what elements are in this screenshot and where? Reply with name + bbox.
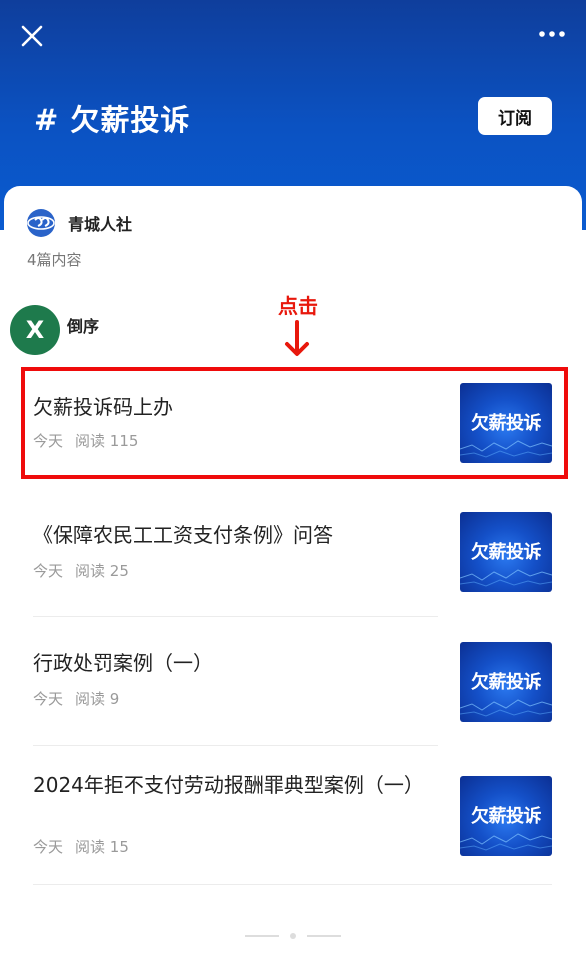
article-item[interactable]: 2024年拒不支付劳动报酬罪典型案例（一） 今天 阅读 15 欠薪投诉 (0, 768, 586, 878)
loading-indicator-icon (245, 933, 341, 939)
article-meta: 今天 阅读 9 (33, 688, 119, 709)
divider (33, 745, 438, 746)
article-reads: 阅读 25 (75, 562, 129, 580)
highlight-box (21, 367, 568, 479)
account-name: 青城人社 (68, 215, 133, 234)
account-logo-icon (27, 209, 55, 237)
article-reads: 阅读 15 (75, 838, 129, 856)
thumbnail-text: 欠薪投诉 (471, 672, 542, 693)
article-item[interactable]: 《保障农民工工资支付条例》问答 今天 阅读 25 欠薪投诉 (0, 510, 586, 610)
thumbnail-text: 欠薪投诉 (471, 806, 542, 827)
sort-order-button[interactable]: 倒序 (67, 313, 99, 337)
article-thumbnail: 欠薪投诉 (460, 642, 552, 722)
article-date: 今天 (33, 562, 64, 580)
divider (33, 884, 552, 885)
article-date: 今天 (33, 838, 64, 856)
floating-close-button[interactable]: X (10, 305, 60, 355)
article-thumbnail: 欠薪投诉 (460, 776, 552, 856)
account-row[interactable]: 青城人社 (26, 208, 132, 238)
annotation-label: 点击 (278, 294, 318, 318)
article-title: 2024年拒不支付劳动报酬罪典型案例（一） (33, 773, 424, 797)
article-date: 今天 (33, 690, 64, 708)
article-title: 行政处罚案例（一） (33, 651, 213, 675)
article-reads: 阅读 9 (75, 690, 120, 708)
article-meta: 今天 阅读 25 (33, 560, 129, 581)
subscribe-button[interactable]: 订阅 (478, 97, 552, 135)
more-button[interactable] (532, 20, 572, 48)
article-meta: 今天 阅读 15 (33, 836, 129, 857)
more-icon (539, 31, 565, 37)
thumbnail-text: 欠薪投诉 (471, 542, 542, 563)
article-item[interactable]: 行政处罚案例（一） 今天 阅读 9 欠薪投诉 (0, 640, 586, 740)
article-title: 《保障农民工工资支付条例》问答 (33, 523, 333, 547)
article-count: 4篇内容 (27, 251, 82, 269)
divider (33, 616, 438, 617)
article-thumbnail: 欠薪投诉 (460, 512, 552, 592)
annotation-arrow-icon (285, 320, 309, 356)
topic-title: # 欠薪投诉 (34, 103, 191, 137)
close-button[interactable] (14, 18, 50, 54)
close-icon (21, 25, 43, 47)
